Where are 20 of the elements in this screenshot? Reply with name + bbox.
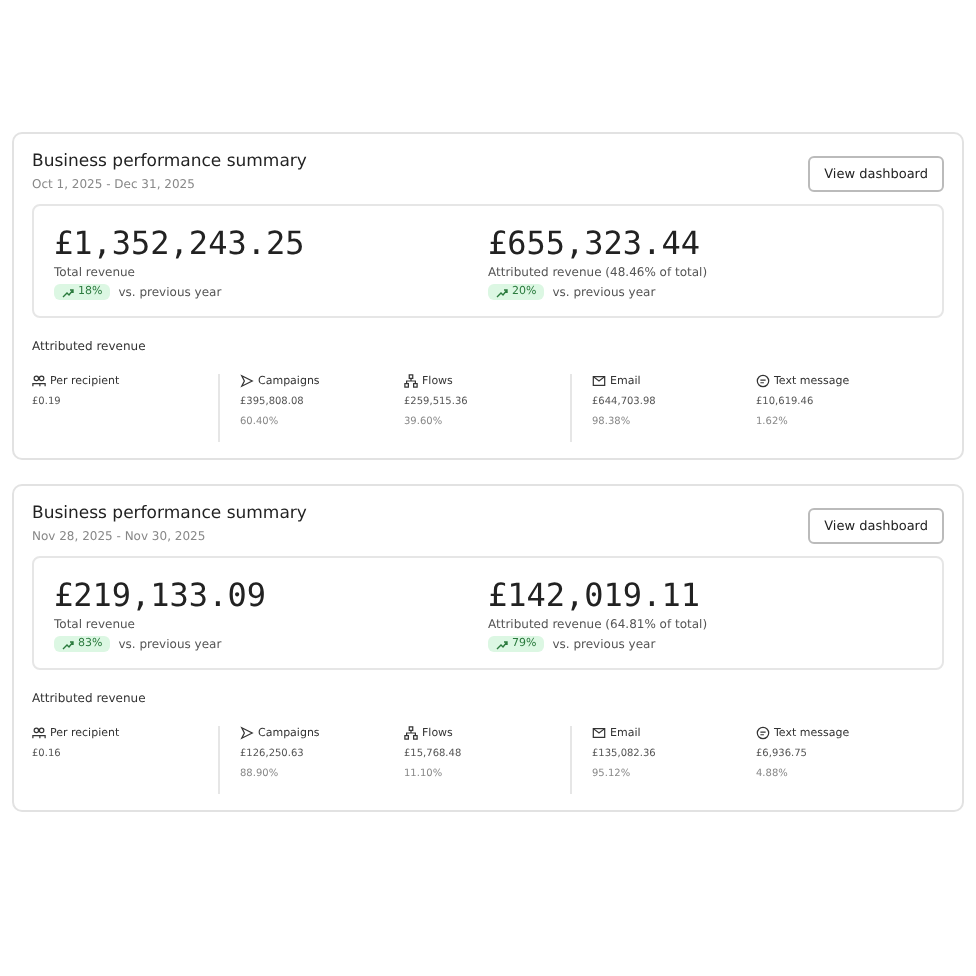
message-icon <box>756 726 770 740</box>
trend-up-icon <box>62 287 74 297</box>
revenue-value: £219,133.09 <box>54 576 266 614</box>
message-icon <box>756 374 770 388</box>
people-icon <box>32 374 46 388</box>
trend-up-icon <box>496 639 508 649</box>
revenue-value: £142,019.11 <box>488 576 700 614</box>
card-title: Business performance summary <box>32 504 307 524</box>
flow-icon <box>404 726 418 740</box>
mail-icon <box>592 726 606 740</box>
flow-icon <box>404 374 418 388</box>
trend-up-icon <box>62 639 74 649</box>
revenue-value: £1,352,243.25 <box>54 224 305 262</box>
people-icon <box>32 726 46 740</box>
revenue-value: £655,323.44 <box>488 224 700 262</box>
card-title: Business performance summary <box>32 152 307 172</box>
trend-up-icon <box>496 287 508 297</box>
mail-icon <box>592 374 606 388</box>
send-icon <box>240 726 254 740</box>
send-icon <box>240 374 254 388</box>
